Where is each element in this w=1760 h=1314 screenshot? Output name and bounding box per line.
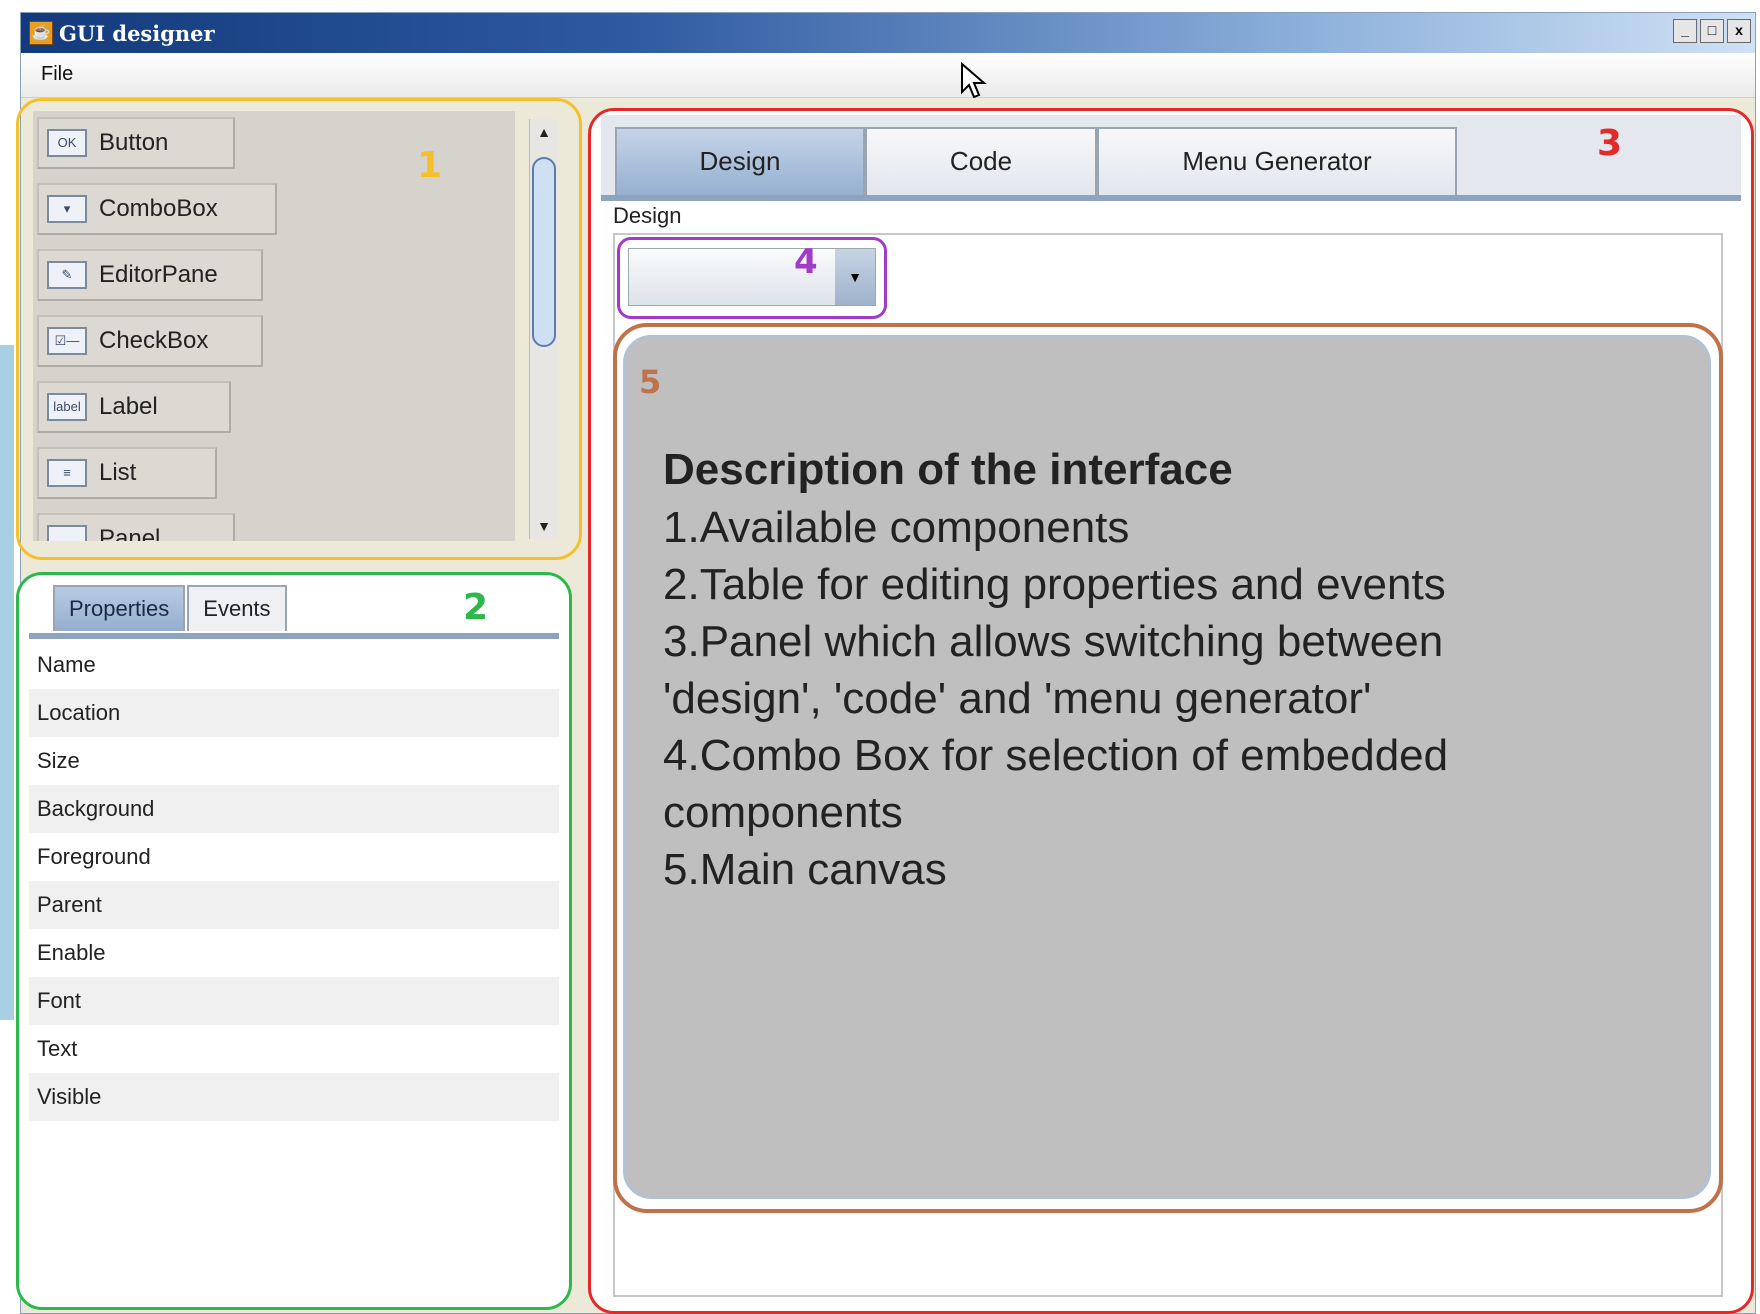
tab-code[interactable]: Code bbox=[865, 127, 1097, 195]
property-row-visible[interactable]: Visible bbox=[29, 1073, 559, 1121]
main-tabs: Design Code Menu Generator bbox=[601, 115, 1741, 195]
button-icon: OK bbox=[47, 129, 87, 157]
marker-2: 2 bbox=[463, 587, 489, 628]
mouse-cursor-icon bbox=[961, 62, 987, 99]
palette-item-label: ComboBox bbox=[99, 195, 218, 222]
properties-panel: Properties Events 2 Name Location Size B… bbox=[16, 572, 572, 1310]
scroll-up-icon[interactable]: ▲ bbox=[530, 119, 558, 145]
description-line: 5.Main canvas bbox=[663, 845, 947, 894]
description-line: components bbox=[663, 788, 903, 837]
property-row-parent[interactable]: Parent bbox=[29, 881, 559, 929]
description-line: 2.Table for editing properties and event… bbox=[663, 560, 1446, 609]
window-title: GUI designer bbox=[59, 21, 215, 46]
description-line: 3.Panel which allows switching between bbox=[663, 617, 1444, 666]
description-title: Description of the interface bbox=[663, 445, 1233, 494]
property-row-foreground[interactable]: Foreground bbox=[29, 833, 559, 881]
chevron-down-icon[interactable]: ▼ bbox=[835, 249, 875, 305]
palette-item-label: CheckBox bbox=[99, 327, 209, 354]
palette-scrollbar[interactable]: ▲ ▼ bbox=[529, 119, 558, 539]
java-app-icon: ☕ bbox=[29, 21, 53, 45]
checkbox-icon: ☑— bbox=[47, 327, 87, 355]
scroll-thumb[interactable] bbox=[532, 157, 556, 347]
maximize-button[interactable]: □ bbox=[1700, 19, 1724, 43]
title-bar: ☕ GUI designer _ □ x bbox=[21, 13, 1755, 53]
property-row-location[interactable]: Location bbox=[29, 689, 559, 737]
description-line: 'design', 'code' and 'menu generator' bbox=[663, 674, 1372, 723]
tab-design[interactable]: Design bbox=[615, 127, 865, 195]
combobox-icon: ▾ bbox=[47, 195, 87, 223]
tab-properties[interactable]: Properties bbox=[53, 585, 186, 631]
palette-item-list[interactable]: ≡ List bbox=[37, 447, 217, 499]
property-row-font[interactable]: Font bbox=[29, 977, 559, 1025]
palette-item-editorpane[interactable]: ✎ EditorPane bbox=[37, 249, 263, 301]
marker-4: 4 bbox=[794, 242, 818, 282]
palette-item-label: EditorPane bbox=[99, 261, 218, 288]
panel-icon bbox=[47, 525, 87, 541]
design-label: Design bbox=[613, 203, 682, 228]
properties-tabs: Properties Events bbox=[53, 585, 287, 631]
properties-table: Name Location Size Background Foreground… bbox=[29, 641, 559, 1121]
palette-item-panel[interactable]: Panel bbox=[37, 513, 235, 541]
palette-item-label: Button bbox=[99, 129, 169, 156]
palette-item-label: List bbox=[99, 459, 137, 486]
palette-item-button[interactable]: OK Button bbox=[37, 117, 235, 169]
component-palette: OK Button ▾ ComboBox ✎ EditorPane ☑— Che… bbox=[16, 98, 582, 560]
component-list: OK Button ▾ ComboBox ✎ EditorPane ☑— Che… bbox=[33, 111, 515, 541]
description-line: 4.Combo Box for selection of embedded bbox=[663, 731, 1449, 780]
property-row-text[interactable]: Text bbox=[29, 1025, 559, 1073]
window-controls: _ □ x bbox=[1673, 19, 1751, 43]
main-canvas[interactable]: 5 Description of the interface 1.Availab… bbox=[623, 335, 1711, 1199]
property-row-size[interactable]: Size bbox=[29, 737, 559, 785]
marker-1: 1 bbox=[417, 145, 443, 186]
canvas-highlight: 5 Description of the interface 1.Availab… bbox=[613, 323, 1723, 1213]
scroll-down-icon[interactable]: ▼ bbox=[530, 513, 558, 539]
property-row-background[interactable]: Background bbox=[29, 785, 559, 833]
palette-item-combobox[interactable]: ▾ ComboBox bbox=[37, 183, 277, 235]
tab-divider bbox=[601, 195, 1741, 201]
palette-item-checkbox[interactable]: ☑— CheckBox bbox=[37, 315, 263, 367]
marker-5: 5 bbox=[639, 363, 662, 401]
palette-item-label: Label bbox=[99, 393, 158, 420]
palette-item-label: Panel bbox=[99, 525, 161, 541]
side-accent-bar bbox=[0, 345, 14, 1020]
tab-events[interactable]: Events bbox=[187, 585, 287, 631]
list-icon: ≡ bbox=[47, 459, 87, 487]
close-button[interactable]: x bbox=[1727, 19, 1751, 43]
interface-description: Description of the interface 1.Available… bbox=[663, 441, 1448, 898]
main-panel: Design Code Menu Generator 3 Design ▼ 4 … bbox=[588, 108, 1754, 1314]
property-row-name[interactable]: Name bbox=[29, 641, 559, 689]
editorpane-icon: ✎ bbox=[47, 261, 87, 289]
marker-3: 3 bbox=[1597, 123, 1623, 164]
tab-divider bbox=[29, 633, 559, 639]
property-row-enable[interactable]: Enable bbox=[29, 929, 559, 977]
combo-highlight: ▼ 4 bbox=[617, 237, 887, 319]
palette-item-label[interactable]: label Label bbox=[37, 381, 231, 433]
embedded-components-combo[interactable]: ▼ bbox=[628, 248, 876, 306]
label-icon: label bbox=[47, 393, 87, 421]
tab-menu-generator[interactable]: Menu Generator bbox=[1097, 127, 1457, 195]
menu-file[interactable]: File bbox=[41, 63, 73, 86]
description-line: 1.Available components bbox=[663, 503, 1130, 552]
menu-bar: File bbox=[21, 53, 1755, 98]
minimize-button[interactable]: _ bbox=[1673, 19, 1697, 43]
